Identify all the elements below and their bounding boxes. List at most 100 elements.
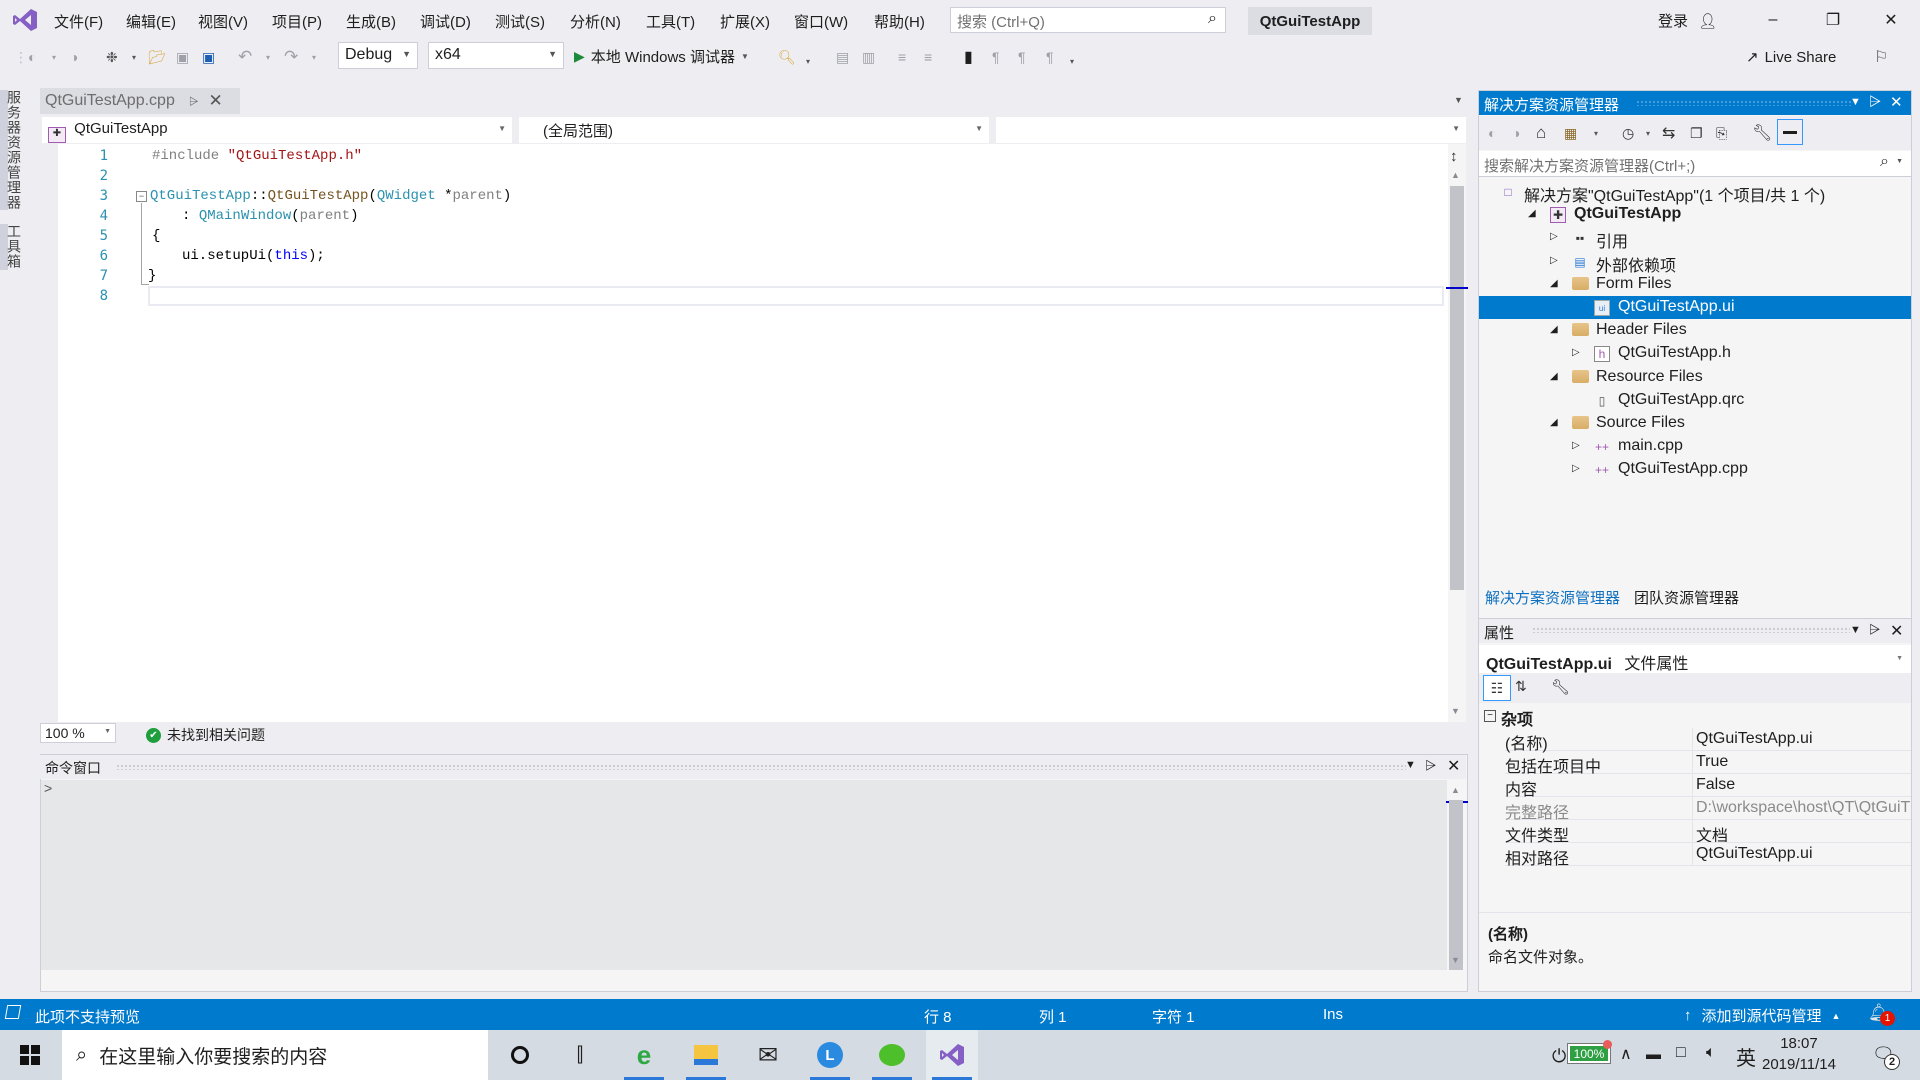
pending-changes-filter-icon[interactable]: ◷ <box>1622 122 1634 144</box>
taskbar-search[interactable]: ⌕ 在这里输入你要搜索的内容 <box>62 1030 488 1080</box>
chevron-down-icon[interactable]: ▾ <box>1646 122 1650 144</box>
step-over-icon[interactable]: ▥ <box>862 46 875 68</box>
find-in-files-icon[interactable]: 🔍︎ <box>778 46 796 68</box>
status-insert-mode[interactable]: Ins <box>1323 1006 1343 1023</box>
taskbar-clock[interactable]: 18:07 2019/11/14 <box>1762 1033 1836 1075</box>
close-icon[interactable]: ✕ <box>1447 756 1460 776</box>
preview-selected-toggle[interactable] <box>1777 119 1803 145</box>
collapse-arrow-icon[interactable]: ▷ <box>1572 347 1580 358</box>
expand-arrow-icon[interactable]: ◢ <box>1550 371 1558 382</box>
collapse-all-icon[interactable]: ❐ <box>1690 122 1703 144</box>
uncomment-icon[interactable]: ≡ <box>924 46 932 68</box>
property-row[interactable]: 包括在项目中 True <box>1505 751 1911 776</box>
back-dropdown-icon[interactable]: ▾ <box>52 46 56 68</box>
menu-project[interactable]: 项目(P) <box>272 11 322 32</box>
categorized-icon[interactable]: ☷ <box>1483 675 1511 701</box>
tree-item[interactable]: ◢ ✚ QtGuiTestApp <box>1479 203 1911 226</box>
tree-item[interactable]: ▷ ▤ 外部依赖项 <box>1479 250 1911 275</box>
tree-item[interactable]: □ 解决方案"QtGuiTestApp"(1 个项目/共 1 个) <box>1479 180 1911 205</box>
pin-icon[interactable]: ⩥ <box>1425 757 1436 774</box>
redo-dropdown-icon[interactable]: ▾ <box>312 46 316 68</box>
back-icon[interactable]: ◐ <box>1488 122 1496 144</box>
properties-object-select[interactable]: QtGuiTestApp.ui 文件属性 ▼ <box>1479 645 1911 673</box>
close-window-button[interactable]: ✕ <box>1868 6 1914 34</box>
property-value[interactable]: D:\workspace\host\QT\QtGuiT <box>1692 797 1911 819</box>
tree-item[interactable]: ▷ h QtGuiTestApp.h <box>1479 342 1911 365</box>
overflow-icon[interactable]: ▾ <box>806 50 810 72</box>
tree-item[interactable]: ◢ Header Files <box>1479 319 1911 342</box>
tab-qtguitestapp-cpp[interactable]: QtGuiTestApp.cpp ⩥ ✕ <box>40 88 240 114</box>
editor-scroll-thumb[interactable] <box>1450 186 1464 590</box>
next-bookmark-icon[interactable]: ¶ <box>1018 46 1026 68</box>
close-icon[interactable]: ✕ <box>1890 621 1903 641</box>
undo-dropdown-icon[interactable]: ▾ <box>266 46 270 68</box>
property-value[interactable]: True <box>1692 751 1911 773</box>
window-position-menu-icon[interactable]: ▼ <box>1850 96 1861 108</box>
menu-view[interactable]: 视图(V) <box>198 11 248 32</box>
menu-help[interactable]: 帮助(H) <box>874 11 925 32</box>
global-scope-select[interactable]: (全局范围) ▼ <box>519 117 989 143</box>
menu-test[interactable]: 测试(S) <box>495 11 545 32</box>
expand-arrow-icon[interactable]: ◢ <box>1550 417 1558 428</box>
sign-in-button[interactable]: 登录 👤︎ <box>1658 10 1717 31</box>
start-debugging-button[interactable]: ▶ 本地 Windows 调试器 ▼ <box>574 46 749 67</box>
menu-analyze[interactable]: 分析(N) <box>570 11 621 32</box>
feedback-icon[interactable]: ⚐ <box>1874 46 1888 68</box>
issues-indicator[interactable]: ✔ 未找到相关问题 <box>146 725 265 745</box>
tree-item[interactable]: ▷ ▪▪ 引用 <box>1479 226 1911 251</box>
power-icon[interactable]: ▬ <box>1646 1046 1661 1063</box>
scroll-down-icon[interactable]: ▼ <box>1451 955 1460 965</box>
show-hidden-icons-button[interactable]: ∧ <box>1620 1044 1632 1064</box>
action-center-button[interactable]: 🗨︎ 2 <box>1872 1044 1900 1070</box>
notifications-button[interactable]: 🔔︎ 1 <box>1868 1003 1895 1026</box>
open-file-icon[interactable]: 📂︎ <box>148 46 166 68</box>
server-explorer-tab[interactable]: 服务器资源管理器 <box>6 90 24 210</box>
tree-item[interactable]: ◢ Source Files <box>1479 412 1911 435</box>
project-scope-select[interactable]: ✚ QtGuiTestApp ▼ <box>42 117 512 143</box>
properties-wrench-icon[interactable]: 🔧︎ <box>1752 122 1772 144</box>
menu-build[interactable]: 生成(B) <box>346 11 396 32</box>
tree-item[interactable]: ▷ ++ QtGuiTestApp.cpp <box>1479 458 1911 481</box>
tree-item[interactable]: ◢ Form Files <box>1479 273 1911 296</box>
collapse-arrow-icon[interactable]: ▷ <box>1550 231 1558 242</box>
task-view-button[interactable]: ⫿ <box>554 1030 606 1080</box>
network-icon[interactable]: □ <box>1676 1044 1686 1062</box>
show-all-files-icon[interactable]: ⎘ <box>1716 122 1727 144</box>
tree-item[interactable]: ▷ ++ main.cpp <box>1479 435 1911 458</box>
tab-team-explorer[interactable]: 团队资源管理器 <box>1628 584 1745 608</box>
overflow-icon[interactable]: ▾ <box>1070 50 1074 72</box>
collapse-category-icon[interactable]: − <box>1484 710 1496 722</box>
tab-solution-explorer[interactable]: 解决方案资源管理器 <box>1479 584 1627 608</box>
start-button[interactable] <box>0 1030 60 1080</box>
tree-item[interactable]: ui QtGuiTestApp.ui <box>1479 296 1911 319</box>
menu-edit[interactable]: 编辑(E) <box>126 11 176 32</box>
zoom-level-select[interactable]: 100 % ▼ <box>40 723 116 743</box>
property-row[interactable]: 内容 False <box>1505 774 1911 799</box>
ime-indicator[interactable]: 英 <box>1736 1042 1756 1071</box>
split-window-icon[interactable]: ↕ <box>1450 148 1458 165</box>
command-scroll-thumb[interactable] <box>1449 800 1463 970</box>
redo-icon[interactable]: ↷ <box>284 46 298 68</box>
menu-extensions[interactable]: 扩展(X) <box>720 11 770 32</box>
clear-bookmarks-icon[interactable]: ¶ <box>1046 46 1054 68</box>
switch-views-icon[interactable]: ▦ <box>1564 122 1577 144</box>
save-icon[interactable]: ▣ <box>176 46 189 68</box>
minimize-button[interactable]: – <box>1750 6 1796 34</box>
new-project-icon[interactable]: ❉ <box>106 46 118 68</box>
platform-select[interactable]: x64 ▼ <box>428 42 564 69</box>
menu-debug[interactable]: 调试(D) <box>420 11 471 32</box>
cortana-button[interactable] <box>494 1030 546 1080</box>
step-icon[interactable]: ▤ <box>836 46 849 68</box>
property-row[interactable]: 完整路径 D:\workspace\host\QT\QtGuiT <box>1505 797 1911 822</box>
quick-launch-search[interactable]: 搜索 (Ctrl+Q) ⌕ <box>950 7 1226 33</box>
save-all-icon[interactable]: ▣ <box>202 46 215 68</box>
tab-overflow-icon[interactable]: ▼ <box>1454 95 1463 105</box>
live-share-button[interactable]: ↗ Live Share <box>1746 48 1836 67</box>
property-row[interactable]: 文件类型 文档 <box>1505 820 1911 845</box>
close-icon[interactable]: ✕ <box>1890 93 1903 111</box>
menu-file[interactable]: 文件(F) <box>54 11 103 32</box>
scroll-up-icon[interactable]: ▲ <box>1451 785 1460 795</box>
taskbar-mail[interactable]: ✉ <box>742 1030 794 1080</box>
drag-handle[interactable] <box>1532 627 1850 633</box>
solution-explorer-search[interactable]: 搜索解决方案资源管理器(Ctrl+;) ⌕ ▼ <box>1479 151 1911 177</box>
